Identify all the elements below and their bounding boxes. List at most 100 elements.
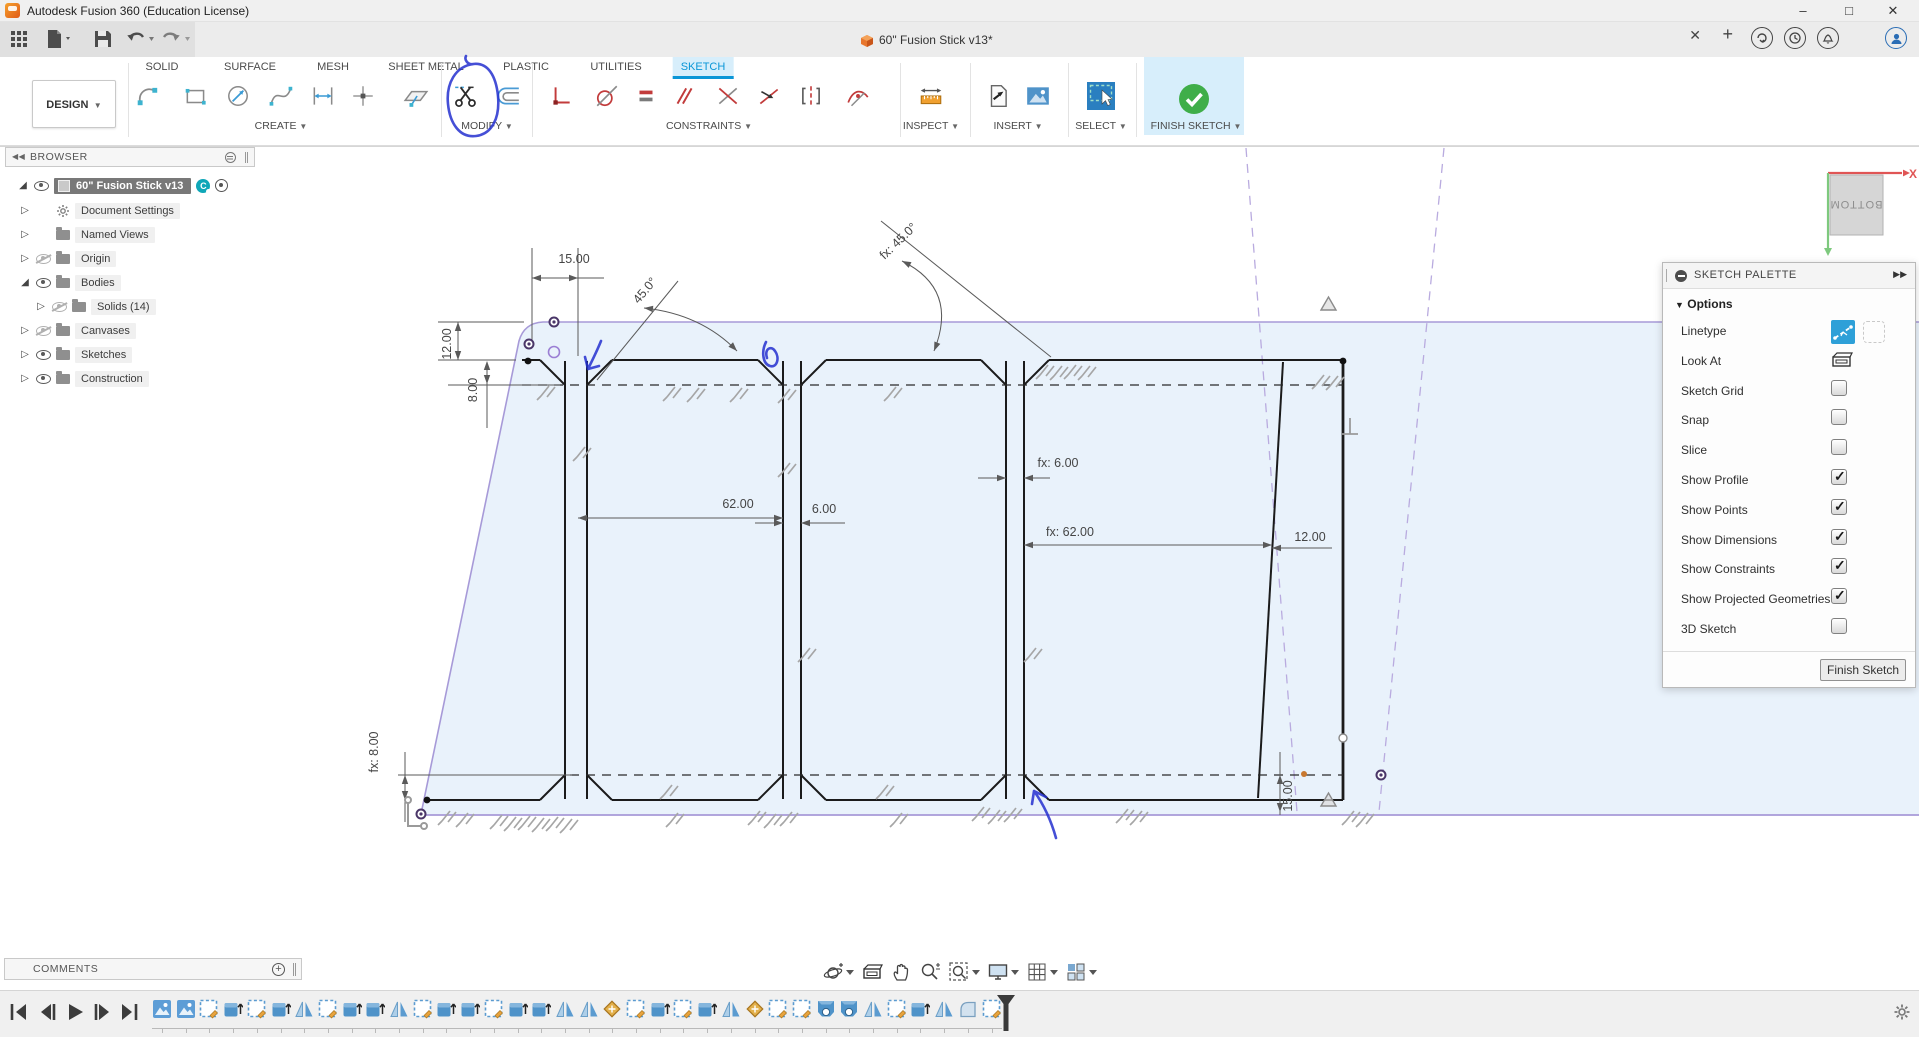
extrude-feature-icon[interactable] <box>436 999 456 1019</box>
group-label-constraints[interactable]: CONSTRAINTS ▼ <box>666 120 752 132</box>
linetype-centerline-toggle[interactable] <box>1863 321 1885 343</box>
timeline-go-to-end-button[interactable] <box>118 1002 140 1022</box>
extrude-feature-icon[interactable] <box>342 999 362 1019</box>
visibility-eye-icon-hidden[interactable] <box>36 254 51 264</box>
grid-snap-tool[interactable] <box>1026 961 1058 983</box>
create-line-icon[interactable] <box>135 83 161 109</box>
timeline-step-forward-button[interactable] <box>92 1002 114 1022</box>
extrude-feature-icon[interactable] <box>697 999 717 1019</box>
constraint-tangent-icon[interactable] <box>594 83 620 109</box>
browser-root-row[interactable]: ◢ 60" Fusion Stick v13 C <box>17 175 228 196</box>
sketch-feature-icon[interactable] <box>318 999 338 1019</box>
workspace-switcher[interactable]: DESIGN ▼ <box>32 80 116 128</box>
constraint-horizontal-vertical-icon[interactable] <box>548 83 574 109</box>
create-project-icon[interactable] <box>403 83 429 109</box>
constraint-equal-icon[interactable] <box>633 83 659 109</box>
create-circle-icon[interactable] <box>225 83 251 109</box>
select-tool-icon[interactable] <box>1086 81 1116 111</box>
comments-drag-handle[interactable] <box>293 963 296 976</box>
visibility-eye-icon[interactable] <box>34 181 49 191</box>
comments-bar[interactable]: COMMENTS + <box>4 958 302 980</box>
move-feature-icon[interactable] <box>602 999 622 1019</box>
expander-icon[interactable]: ◢ <box>17 180 29 191</box>
browser-item-bodies[interactable]: ◢Bodies <box>19 272 121 293</box>
sketch-feature-icon[interactable] <box>199 999 219 1019</box>
fit-tool[interactable] <box>948 961 980 983</box>
palette-collapse-icon[interactable]: ▶▶ <box>1893 269 1907 280</box>
checkbox-sketch-grid[interactable] <box>1831 380 1847 396</box>
close-button[interactable]: ✕ <box>1873 0 1913 21</box>
checkbox-snap[interactable] <box>1831 409 1847 425</box>
constraint-coincident-icon[interactable] <box>715 83 741 109</box>
browser-item-document-settings[interactable]: ▷Document Settings <box>19 200 180 221</box>
checkbox-show-constraints[interactable] <box>1831 558 1847 574</box>
mirror-feature-icon[interactable] <box>579 999 599 1019</box>
constraint-parallel-icon[interactable] <box>671 83 697 109</box>
viewports-tool[interactable] <box>1065 961 1097 983</box>
checkbox-3d-sketch[interactable] <box>1831 618 1847 634</box>
sketch-feature-icon[interactable] <box>673 999 693 1019</box>
insert-derive-icon[interactable] <box>985 83 1011 109</box>
browser-item-construction[interactable]: ▷Construction <box>19 368 149 389</box>
timeline-playhead-marker[interactable] <box>995 994 1017 1032</box>
browser-drag-handle[interactable] <box>245 152 248 163</box>
constraint-symmetry-icon[interactable] <box>798 83 824 109</box>
app-grid-icon[interactable] <box>8 28 30 50</box>
palette-options-section[interactable]: ▼ Options <box>1675 297 1733 311</box>
expand-expander-icon[interactable]: ▷ <box>35 301 47 312</box>
new-document-icon[interactable]: + <box>1722 24 1733 45</box>
ribbon-tab-surface[interactable]: SURFACE <box>216 57 284 79</box>
visibility-eye-icon-hidden[interactable] <box>36 326 51 336</box>
mirror-feature-icon[interactable] <box>555 999 575 1019</box>
timeline-play-button[interactable] <box>64 1002 86 1022</box>
display-settings-tool[interactable] <box>987 961 1019 983</box>
ribbon-tab-utilities[interactable]: UTILITIES <box>582 57 649 79</box>
mirror-feature-icon[interactable] <box>721 999 741 1019</box>
undo-icon[interactable] <box>124 28 158 50</box>
expand-expander-icon[interactable]: ▷ <box>19 253 31 264</box>
ribbon-tab-mesh[interactable]: MESH <box>309 57 357 79</box>
visibility-eye-icon[interactable] <box>36 374 51 384</box>
create-spline-icon[interactable] <box>268 83 294 109</box>
measure-icon[interactable] <box>918 83 944 109</box>
sketch-feature-icon[interactable] <box>792 999 812 1019</box>
constraint-collinear-icon[interactable] <box>756 83 782 109</box>
hole-feature-icon[interactable] <box>839 999 859 1019</box>
redo-icon[interactable] <box>160 28 194 50</box>
extrude-feature-icon[interactable] <box>650 999 670 1019</box>
ribbon-tab-sheet-metal[interactable]: SHEET METAL <box>380 57 471 79</box>
checkbox-show-points[interactable] <box>1831 499 1847 515</box>
modeling-canvas[interactable] <box>0 146 1919 990</box>
add-comment-icon[interactable]: + <box>272 963 285 976</box>
sketch-feature-icon[interactable] <box>413 999 433 1019</box>
offset-icon[interactable] <box>495 83 521 109</box>
constraint-curvature-icon[interactable] <box>845 83 871 109</box>
expand-expander-icon[interactable]: ▷ <box>19 373 31 384</box>
canvas-feature-icon[interactable] <box>152 999 172 1019</box>
close-document-icon[interactable]: ✕ <box>1689 27 1701 44</box>
sketch-feature-icon[interactable] <box>887 999 907 1019</box>
checkbox-slice[interactable] <box>1831 439 1847 455</box>
finish-sketch-label[interactable]: FINISH SKETCH ▼ <box>1151 120 1242 132</box>
visibility-eye-icon-hidden[interactable] <box>52 302 67 312</box>
hole-feature-icon[interactable] <box>816 999 836 1019</box>
user-avatar[interactable] <box>1885 27 1907 49</box>
ribbon-tab-sketch[interactable]: SKETCH <box>673 57 734 79</box>
pan-tool[interactable] <box>890 961 912 983</box>
extension-manager-icon[interactable] <box>1751 27 1773 49</box>
look-at-button[interactable] <box>1831 350 1853 375</box>
create-dimension-icon[interactable] <box>310 83 336 109</box>
ribbon-tab-plastic[interactable]: PLASTIC <box>495 57 557 79</box>
mirror-feature-icon[interactable] <box>389 999 409 1019</box>
checkbox-show-projected-geometries[interactable] <box>1831 588 1847 604</box>
linetype-construction-toggle[interactable] <box>1831 320 1855 344</box>
collapse-expander-icon[interactable]: ◢ <box>19 277 31 288</box>
browser-header[interactable]: ◀◀ BROWSER <box>5 147 255 167</box>
insert-canvas-icon[interactable] <box>1025 83 1051 109</box>
expand-expander-icon[interactable]: ▷ <box>19 205 31 216</box>
group-label-inspect[interactable]: INSPECT ▼ <box>903 120 959 132</box>
extrude-feature-icon[interactable] <box>508 999 528 1019</box>
group-label-create[interactable]: CREATE ▼ <box>255 120 308 132</box>
browser-item-solids-14-[interactable]: ▷Solids (14) <box>35 296 156 317</box>
look-at-tool[interactable] <box>861 961 883 983</box>
